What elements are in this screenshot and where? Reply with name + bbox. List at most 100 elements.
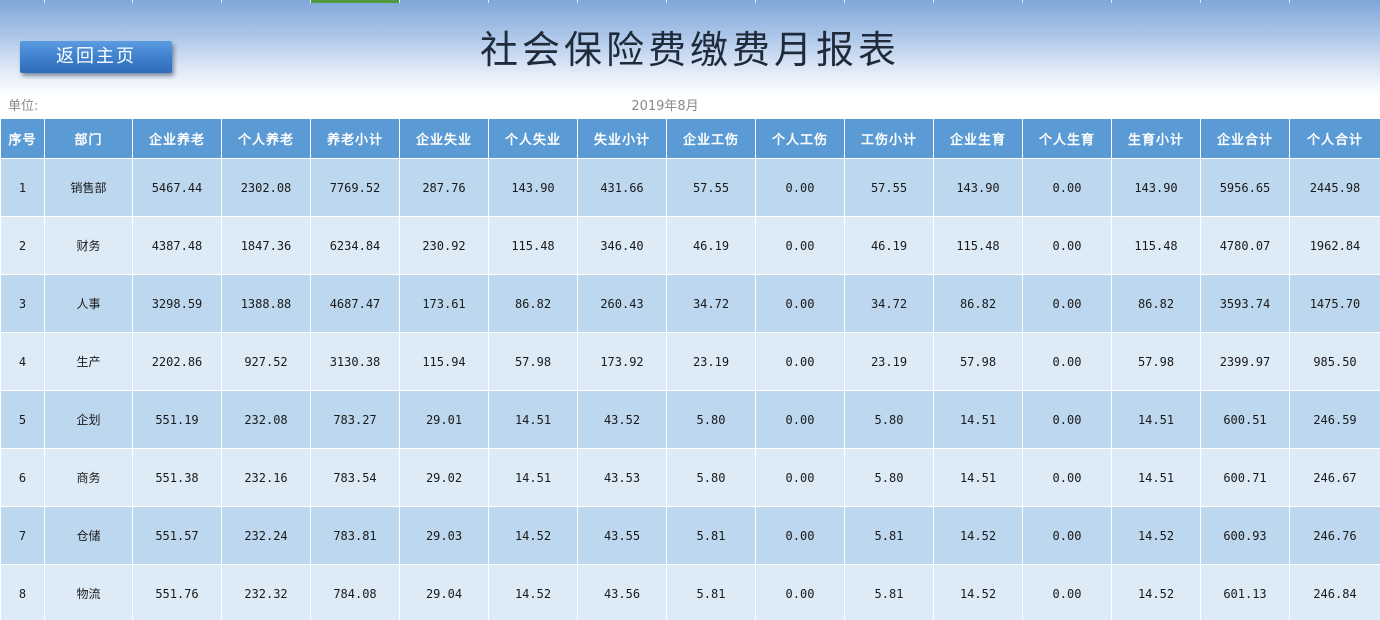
amount-cell[interactable]: 246.59 bbox=[1289, 390, 1380, 449]
amount-cell[interactable]: 246.67 bbox=[1289, 448, 1380, 507]
row-index-cell[interactable]: 2 bbox=[0, 216, 45, 275]
amount-cell[interactable]: 4687.47 bbox=[310, 274, 400, 333]
row-index-cell[interactable]: 5 bbox=[0, 390, 45, 449]
amount-cell[interactable]: 2399.97 bbox=[1200, 332, 1290, 391]
amount-cell[interactable]: 14.52 bbox=[1111, 564, 1201, 620]
amount-cell[interactable]: 246.84 bbox=[1289, 564, 1380, 620]
row-index-cell[interactable]: 6 bbox=[0, 448, 45, 507]
amount-cell[interactable]: 14.52 bbox=[1111, 506, 1201, 565]
amount-cell[interactable]: 14.52 bbox=[488, 564, 578, 620]
amount-cell[interactable]: 0.00 bbox=[1022, 448, 1112, 507]
amount-cell[interactable]: 14.51 bbox=[1111, 390, 1201, 449]
amount-cell[interactable]: 23.19 bbox=[844, 332, 934, 391]
amount-cell[interactable]: 0.00 bbox=[1022, 158, 1112, 217]
amount-cell[interactable]: 57.55 bbox=[666, 158, 756, 217]
amount-cell[interactable]: 5467.44 bbox=[132, 158, 222, 217]
amount-cell[interactable]: 2445.98 bbox=[1289, 158, 1380, 217]
amount-cell[interactable]: 3298.59 bbox=[132, 274, 222, 333]
amount-cell[interactable]: 173.61 bbox=[399, 274, 489, 333]
amount-cell[interactable]: 551.19 bbox=[132, 390, 222, 449]
amount-cell[interactable]: 0.00 bbox=[755, 216, 845, 275]
department-cell[interactable]: 财务 bbox=[44, 216, 133, 275]
amount-cell[interactable]: 0.00 bbox=[755, 332, 845, 391]
amount-cell[interactable]: 143.90 bbox=[933, 158, 1023, 217]
department-cell[interactable]: 生产 bbox=[44, 332, 133, 391]
amount-cell[interactable]: 115.94 bbox=[399, 332, 489, 391]
amount-cell[interactable]: 2302.08 bbox=[221, 158, 311, 217]
amount-cell[interactable]: 0.00 bbox=[755, 506, 845, 565]
back-to-home-button[interactable]: 返回主页 bbox=[20, 41, 172, 73]
amount-cell[interactable]: 3593.74 bbox=[1200, 274, 1290, 333]
amount-cell[interactable]: 57.98 bbox=[1111, 332, 1201, 391]
row-index-cell[interactable]: 4 bbox=[0, 332, 45, 391]
amount-cell[interactable]: 5.81 bbox=[844, 564, 934, 620]
amount-cell[interactable]: 431.66 bbox=[577, 158, 667, 217]
amount-cell[interactable]: 783.54 bbox=[310, 448, 400, 507]
amount-cell[interactable]: 0.00 bbox=[1022, 216, 1112, 275]
amount-cell[interactable]: 14.51 bbox=[1111, 448, 1201, 507]
amount-cell[interactable]: 43.55 bbox=[577, 506, 667, 565]
amount-cell[interactable]: 784.08 bbox=[310, 564, 400, 620]
amount-cell[interactable]: 46.19 bbox=[844, 216, 934, 275]
amount-cell[interactable]: 4780.07 bbox=[1200, 216, 1290, 275]
amount-cell[interactable]: 0.00 bbox=[1022, 506, 1112, 565]
amount-cell[interactable]: 34.72 bbox=[844, 274, 934, 333]
amount-cell[interactable]: 5956.65 bbox=[1200, 158, 1290, 217]
row-index-cell[interactable]: 1 bbox=[0, 158, 45, 217]
amount-cell[interactable]: 14.51 bbox=[488, 390, 578, 449]
amount-cell[interactable]: 29.01 bbox=[399, 390, 489, 449]
amount-cell[interactable]: 57.98 bbox=[933, 332, 1023, 391]
amount-cell[interactable]: 5.80 bbox=[844, 390, 934, 449]
department-cell[interactable]: 人事 bbox=[44, 274, 133, 333]
amount-cell[interactable]: 5.80 bbox=[844, 448, 934, 507]
amount-cell[interactable]: 23.19 bbox=[666, 332, 756, 391]
row-index-cell[interactable]: 8 bbox=[0, 564, 45, 620]
amount-cell[interactable]: 260.43 bbox=[577, 274, 667, 333]
amount-cell[interactable]: 346.40 bbox=[577, 216, 667, 275]
amount-cell[interactable]: 86.82 bbox=[1111, 274, 1201, 333]
amount-cell[interactable]: 4387.48 bbox=[132, 216, 222, 275]
amount-cell[interactable]: 232.24 bbox=[221, 506, 311, 565]
amount-cell[interactable]: 2202.86 bbox=[132, 332, 222, 391]
amount-cell[interactable]: 14.52 bbox=[933, 564, 1023, 620]
amount-cell[interactable]: 0.00 bbox=[1022, 332, 1112, 391]
amount-cell[interactable]: 985.50 bbox=[1289, 332, 1380, 391]
amount-cell[interactable]: 5.80 bbox=[666, 390, 756, 449]
amount-cell[interactable]: 43.52 bbox=[577, 390, 667, 449]
amount-cell[interactable]: 34.72 bbox=[666, 274, 756, 333]
amount-cell[interactable]: 14.51 bbox=[933, 390, 1023, 449]
amount-cell[interactable]: 1475.70 bbox=[1289, 274, 1380, 333]
department-cell[interactable]: 仓储 bbox=[44, 506, 133, 565]
amount-cell[interactable]: 46.19 bbox=[666, 216, 756, 275]
amount-cell[interactable]: 600.51 bbox=[1200, 390, 1290, 449]
amount-cell[interactable]: 1388.88 bbox=[221, 274, 311, 333]
amount-cell[interactable]: 86.82 bbox=[933, 274, 1023, 333]
amount-cell[interactable]: 0.00 bbox=[755, 448, 845, 507]
amount-cell[interactable]: 246.76 bbox=[1289, 506, 1380, 565]
department-cell[interactable]: 企划 bbox=[44, 390, 133, 449]
amount-cell[interactable]: 115.48 bbox=[488, 216, 578, 275]
amount-cell[interactable]: 143.90 bbox=[488, 158, 578, 217]
amount-cell[interactable]: 29.04 bbox=[399, 564, 489, 620]
amount-cell[interactable]: 551.57 bbox=[132, 506, 222, 565]
amount-cell[interactable]: 0.00 bbox=[755, 274, 845, 333]
amount-cell[interactable]: 7769.52 bbox=[310, 158, 400, 217]
amount-cell[interactable]: 3130.38 bbox=[310, 332, 400, 391]
amount-cell[interactable]: 5.81 bbox=[844, 506, 934, 565]
amount-cell[interactable]: 5.81 bbox=[666, 564, 756, 620]
row-index-cell[interactable]: 3 bbox=[0, 274, 45, 333]
amount-cell[interactable]: 173.92 bbox=[577, 332, 667, 391]
amount-cell[interactable]: 5.80 bbox=[666, 448, 756, 507]
amount-cell[interactable]: 43.53 bbox=[577, 448, 667, 507]
amount-cell[interactable]: 5.81 bbox=[666, 506, 756, 565]
amount-cell[interactable]: 115.48 bbox=[933, 216, 1023, 275]
amount-cell[interactable]: 230.92 bbox=[399, 216, 489, 275]
amount-cell[interactable]: 927.52 bbox=[221, 332, 311, 391]
amount-cell[interactable]: 57.55 bbox=[844, 158, 934, 217]
amount-cell[interactable]: 600.93 bbox=[1200, 506, 1290, 565]
amount-cell[interactable]: 232.32 bbox=[221, 564, 311, 620]
amount-cell[interactable]: 0.00 bbox=[755, 158, 845, 217]
amount-cell[interactable]: 14.51 bbox=[933, 448, 1023, 507]
amount-cell[interactable]: 287.76 bbox=[399, 158, 489, 217]
amount-cell[interactable]: 783.81 bbox=[310, 506, 400, 565]
